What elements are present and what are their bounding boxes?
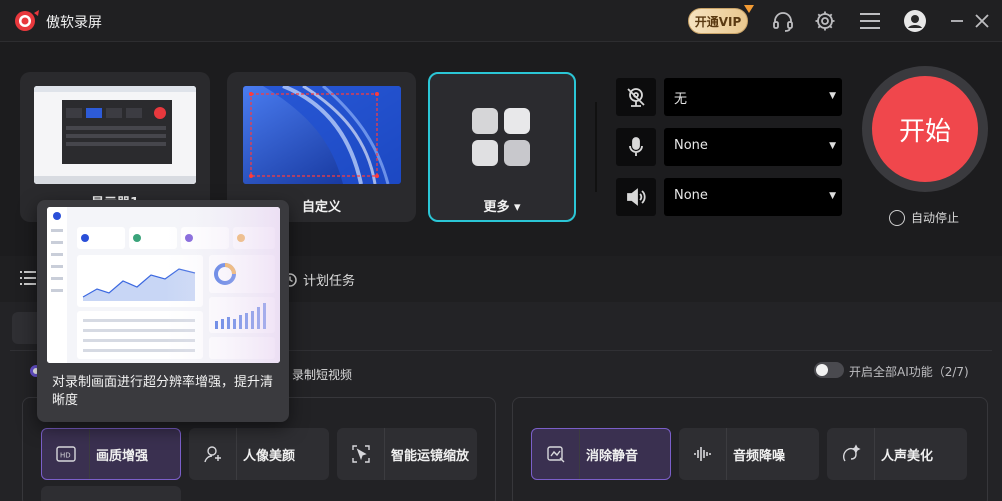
tooltip-preview-image xyxy=(47,207,280,363)
feature-label: 人像美颜 xyxy=(243,448,296,464)
feature-beauty[interactable]: 人像美颜 xyxy=(189,428,329,480)
camera-select-value: 无 xyxy=(674,92,688,107)
close-icon[interactable] xyxy=(970,9,994,33)
avatar[interactable] xyxy=(903,9,927,33)
feature-label: 智能运镜缩放 xyxy=(391,448,470,464)
voice-sparkle-icon xyxy=(827,428,875,480)
feature-noise-reduction[interactable]: 音频降噪 xyxy=(679,428,819,480)
feature-video-enhance[interactable]: HD 画质增强 xyxy=(41,428,181,480)
gear-icon[interactable] xyxy=(813,9,837,33)
feature-remove-silence[interactable]: 消除静音 xyxy=(531,428,671,480)
headset-support-icon[interactable] xyxy=(771,9,795,33)
minimize-icon[interactable] xyxy=(945,9,969,33)
svg-text:HD: HD xyxy=(60,452,71,460)
feature-label: 音频降噪 xyxy=(733,448,786,464)
speaker-select[interactable]: None ▼ xyxy=(664,178,842,216)
microphone-select-value: None xyxy=(674,138,708,153)
vip-gem-icon xyxy=(744,5,754,13)
microphone-icon[interactable] xyxy=(616,128,656,166)
feature-label: 画质增强 xyxy=(96,448,149,464)
auto-stop-radio[interactable] xyxy=(889,209,905,226)
feature-label: 人声美化 xyxy=(881,448,934,464)
list-icon[interactable] xyxy=(20,270,36,286)
waveform-icon xyxy=(679,428,727,480)
tab-scheduled[interactable]: 计划任务 xyxy=(283,270,355,289)
auto-stop-label: 自动停止 xyxy=(911,211,960,225)
vip-button[interactable]: 开通VIP xyxy=(688,8,748,34)
camera-off-icon[interactable] xyxy=(616,78,656,116)
feature-tooltip: 对录制画面进行超分辨率增强，提升清晰度 xyxy=(37,200,289,422)
start-record-button[interactable]: 开始 xyxy=(872,76,978,182)
face-sparkle-icon xyxy=(189,428,237,480)
ai-all-toggle[interactable] xyxy=(814,362,844,378)
source-more-card[interactable]: 更多 ▾ xyxy=(428,72,576,222)
mute-remove-icon xyxy=(532,429,580,479)
app-window: 傲软录屏 开通VIP 自定义 更多 ▾ 无 ▼ None ▼ None ▼ 开始… xyxy=(0,0,1002,501)
ai-all-toggle-label: 开启全部AI功能（2/7) xyxy=(849,365,969,379)
short-video-option[interactable]: 录制短视频 xyxy=(292,366,352,383)
custom-region-preview xyxy=(243,86,401,184)
chevron-down-icon: ▼ xyxy=(829,91,836,101)
source-more-label: 更多 ▾ xyxy=(483,200,521,215)
monitor-preview xyxy=(34,86,196,184)
feature-label: 消除静音 xyxy=(586,448,639,464)
title-bar: 傲软录屏 开通VIP xyxy=(0,0,1002,42)
speaker-icon[interactable] xyxy=(616,178,656,216)
camera-select[interactable]: 无 ▼ xyxy=(664,78,842,116)
microphone-select[interactable]: None ▼ xyxy=(664,128,842,166)
chevron-down-icon: ▼ xyxy=(829,141,836,151)
chevron-down-icon: ▼ xyxy=(829,191,836,201)
speaker-select-value: None xyxy=(674,188,708,203)
feature-extra[interactable] xyxy=(41,486,181,501)
tooltip-text: 对录制画面进行超分辨率增强，提升清晰度 xyxy=(52,375,274,408)
menu-icon[interactable] xyxy=(858,9,882,33)
hd-icon: HD xyxy=(42,429,90,479)
app-logo-icon xyxy=(15,10,39,31)
auto-stop-option[interactable]: 自动停止 xyxy=(889,209,959,226)
divider xyxy=(595,102,597,192)
cursor-zoom-icon xyxy=(337,428,385,480)
app-title: 傲软录屏 xyxy=(46,15,102,31)
start-button-ring: 开始 xyxy=(862,66,988,192)
feature-smart-zoom[interactable]: 智能运镜缩放 xyxy=(337,428,477,480)
tab-scheduled-label: 计划任务 xyxy=(303,274,356,289)
apps-grid-icon xyxy=(472,108,530,166)
feature-voice-enhance[interactable]: 人声美化 xyxy=(827,428,967,480)
